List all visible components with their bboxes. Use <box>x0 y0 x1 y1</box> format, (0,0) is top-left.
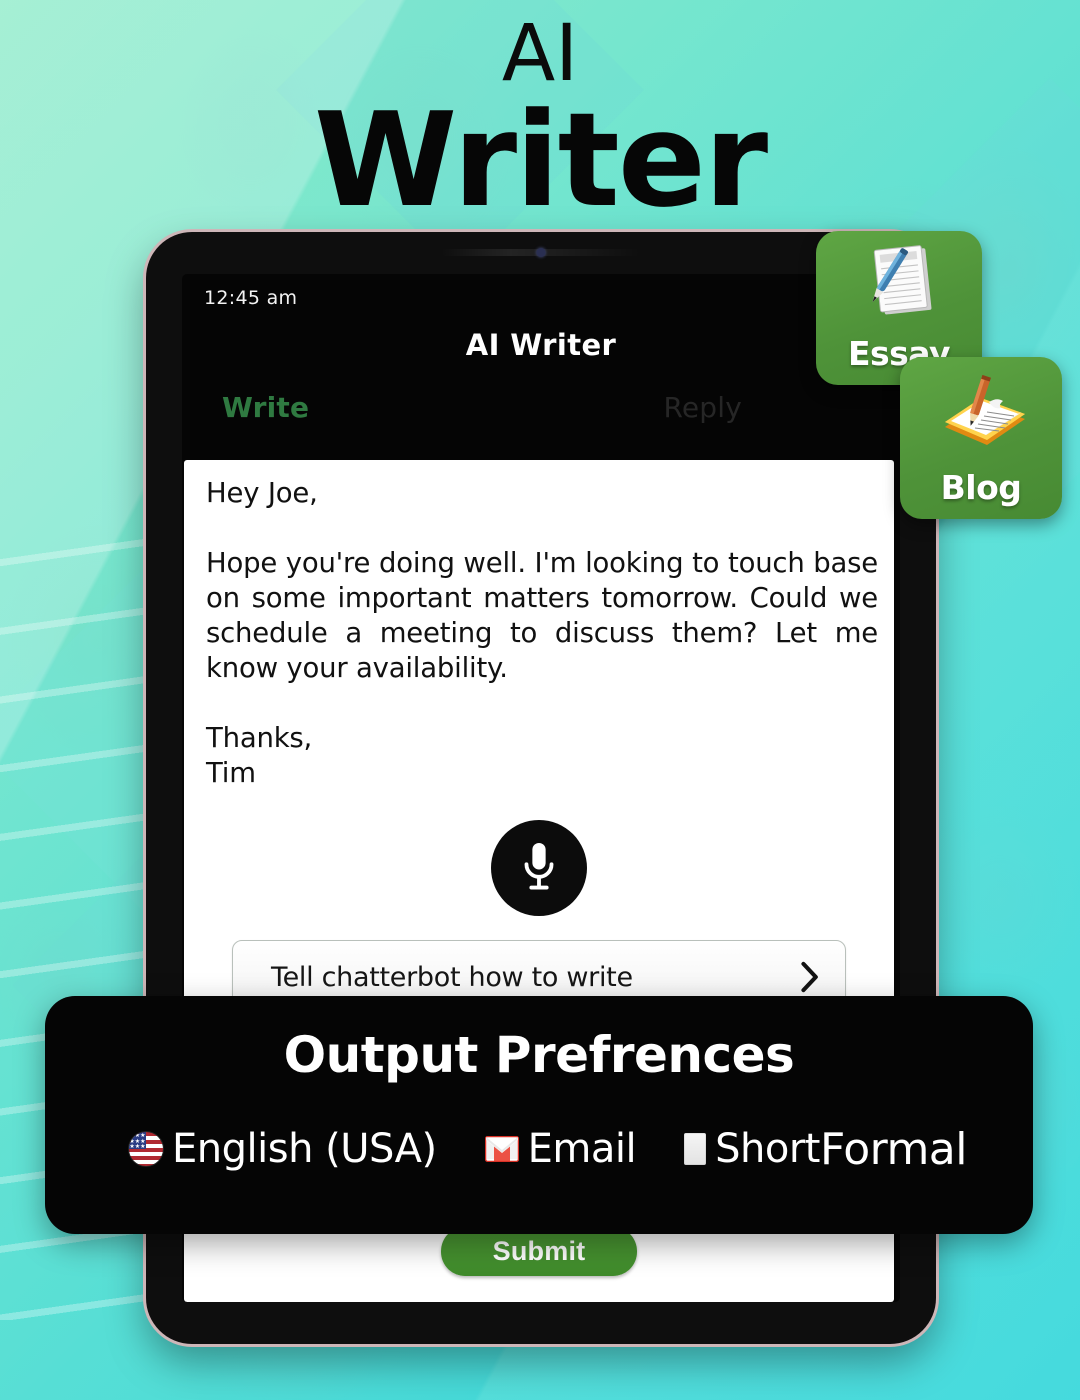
email-greeting: Hey Joe, <box>206 477 318 509</box>
page-icon <box>684 1133 707 1165</box>
tab-bar: Write Reply <box>182 386 900 428</box>
output-preferences-title: Output Prefrences <box>283 1026 795 1084</box>
preference-format[interactable]: Email <box>484 1126 637 1172</box>
output-preferences-row: ★★★ ★★★ ★★★ English (USA) Email Short Form… <box>45 1114 1033 1184</box>
preference-tone-label: Formal <box>819 1123 968 1175</box>
tab-write[interactable]: Write <box>222 391 309 424</box>
status-bar: 12:45 am <box>182 274 900 322</box>
submit-button-container: Submit <box>184 1227 894 1276</box>
usa-flag-icon: ★★★ ★★★ ★★★ <box>129 1132 163 1166</box>
preference-length-label: Short <box>715 1126 820 1172</box>
status-clock: 12:45 am <box>204 287 298 309</box>
email-signature: Tim <box>206 757 256 789</box>
gmail-icon <box>484 1136 519 1162</box>
microphone-button[interactable] <box>491 820 587 916</box>
preference-language[interactable]: ★★★ ★★★ ★★★ English (USA) <box>129 1126 437 1172</box>
notepad-pen-icon <box>851 231 947 334</box>
category-card-blog[interactable]: Blog <box>900 357 1062 519</box>
email-paragraph: Hope you're doing well. I'm looking to t… <box>206 547 878 684</box>
front-camera-icon <box>536 248 546 257</box>
submit-button[interactable]: Submit <box>440 1227 638 1276</box>
email-spacer <box>206 686 878 721</box>
prompt-input-value: Tell chatterbot how to write <box>271 961 633 993</box>
hero-title: AI Writer <box>0 0 1080 236</box>
hero-title-line2: Writer <box>313 84 768 236</box>
email-signoff: Thanks, <box>206 722 313 754</box>
email-spacer <box>206 511 878 546</box>
preference-tone[interactable]: Formal <box>819 1123 968 1175</box>
app-title: AI Writer <box>465 328 617 362</box>
output-preferences-panel: Output Prefrences ★★★ ★★★ ★★★ English (USA… <box>45 996 1033 1234</box>
preference-length[interactable]: Short <box>684 1126 820 1172</box>
open-book-pencil-icon <box>929 357 1033 468</box>
microphone-icon <box>524 842 554 890</box>
tab-reply[interactable]: Reply <box>663 391 742 424</box>
preference-format-label: Email <box>527 1126 637 1172</box>
preference-language-label: English (USA) <box>172 1126 437 1172</box>
category-card-blog-label: Blog <box>940 468 1022 507</box>
chevron-right-icon[interactable] <box>799 961 821 993</box>
email-draft-text[interactable]: Hey Joe, Hope you're doing well. I'm loo… <box>206 476 878 791</box>
